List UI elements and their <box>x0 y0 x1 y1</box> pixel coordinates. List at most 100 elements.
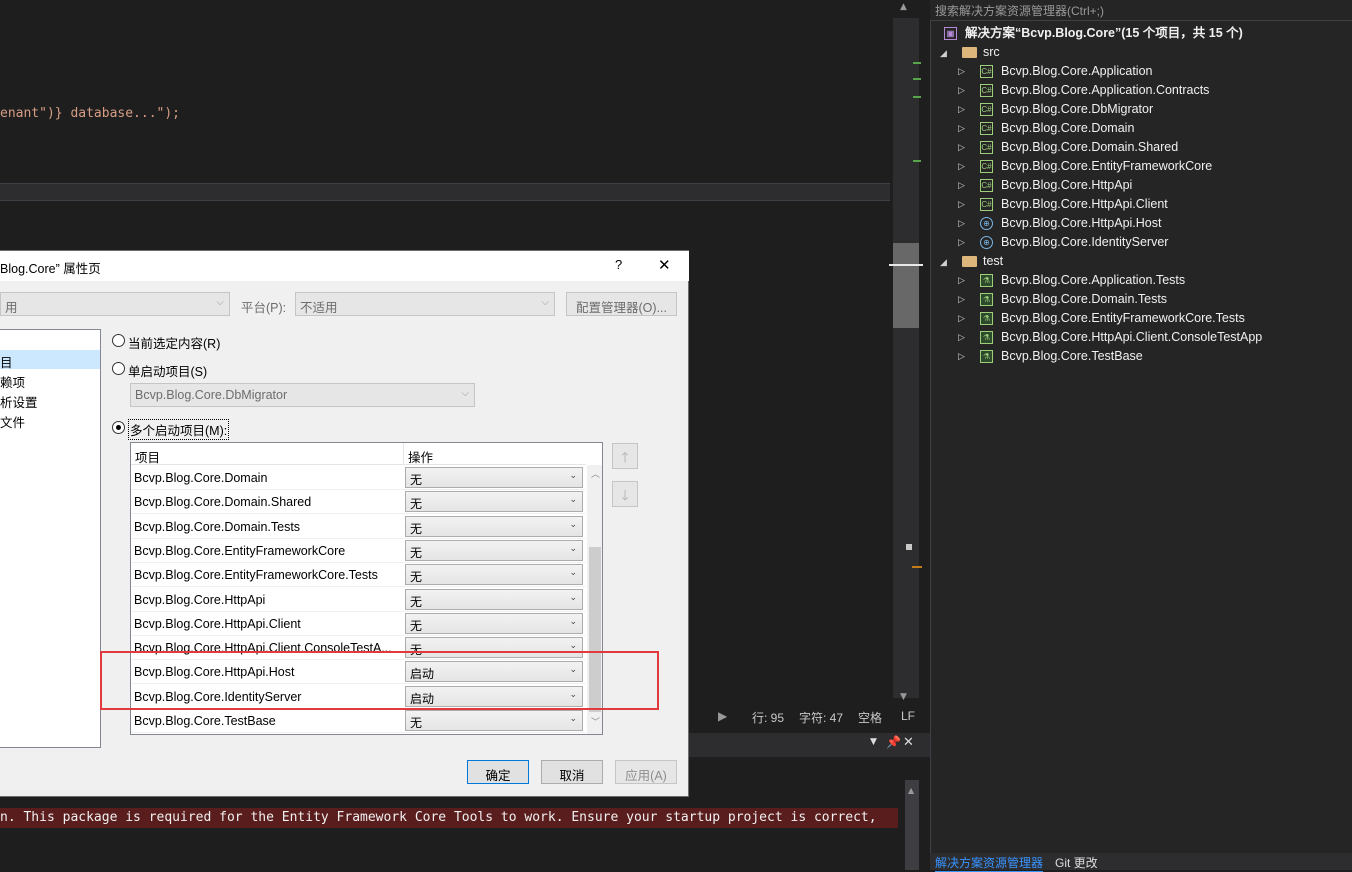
solution-icon: ▣ <box>944 27 957 40</box>
chevron-down-icon: ⌄ <box>569 470 577 480</box>
column-header-action[interactable]: 操作 <box>408 447 433 466</box>
chevron-down-icon[interactable]: ▼ <box>870 737 877 747</box>
csharp-project-icon: C# <box>980 122 993 135</box>
action-select[interactable]: 无 ⌄ <box>405 467 583 488</box>
project-name: Bcvp.Blog.Core.EntityFrameworkCore.Tests <box>134 568 378 583</box>
collapsed-arrow-icon[interactable]: ▷ <box>958 347 965 366</box>
collapsed-arrow-icon[interactable]: ▷ <box>958 119 965 138</box>
single-startup-select[interactable]: Bcvp.Blog.Core.DbMigrator ⌵ <box>130 383 475 407</box>
grid-row: Bcvp.Blog.Core.HttpApi 无 ⌄ <box>131 588 586 612</box>
tab-git-changes[interactable]: Git 更改 <box>1055 854 1098 871</box>
whitespace-mode[interactable]: 空格 <box>858 709 882 726</box>
grid-row: Bcvp.Blog.Core.HttpApi.Client 无 ⌄ <box>131 612 586 636</box>
platform-select[interactable]: 不适用 ⌵ <box>295 292 555 316</box>
csharp-project-icon: C# <box>980 160 993 173</box>
action-select[interactable]: 无 ⌄ <box>405 539 583 561</box>
scroll-up-icon[interactable]: ▲ <box>908 786 914 795</box>
folder-icon <box>962 47 977 58</box>
code-line: enant")} database..."); <box>0 106 181 121</box>
action-select[interactable]: 无 ⌄ <box>405 564 583 586</box>
collapsed-arrow-icon[interactable]: ▷ <box>958 100 965 119</box>
tab-solution-explorer[interactable]: 解决方案资源管理器 <box>935 854 1044 872</box>
csharp-project-icon: C# <box>980 179 993 192</box>
chevron-down-icon[interactable]: ﹀ <box>591 715 600 728</box>
output-scrollbar[interactable]: ▲ <box>905 780 919 870</box>
grid-header: 项目 操作 <box>131 443 586 465</box>
collapsed-arrow-icon[interactable]: ▷ <box>958 290 965 309</box>
output-error-line: n. This package is required for the Enti… <box>0 808 898 828</box>
line-ending[interactable]: LF <box>901 709 915 723</box>
close-icon[interactable]: ✕ <box>903 735 914 750</box>
change-marker <box>913 78 921 80</box>
editor-scroll-thumb[interactable] <box>893 243 919 328</box>
collapsed-arrow-icon[interactable]: ▷ <box>958 81 965 100</box>
chevron-down-icon: ⌄ <box>569 640 577 651</box>
apply-button[interactable]: 应用(A) <box>615 760 677 784</box>
collapsed-arrow-icon[interactable]: ▷ <box>958 176 965 195</box>
action-select[interactable]: 无 ⌄ <box>405 710 583 731</box>
chevron-up-icon[interactable]: ︿ <box>591 467 600 480</box>
change-marker <box>913 62 921 64</box>
column-header-project[interactable]: 项目 <box>135 447 160 466</box>
grid-row: Bcvp.Blog.Core.EntityFrameworkCore.Tests… <box>131 563 586 588</box>
property-pages-dialog: Blog.Core” 属性页 ? ✕ 用 ⌵ 平台(P): 不适用 ⌵ 配置管理器(… <box>0 250 689 797</box>
configuration-select[interactable]: 用 ⌵ <box>0 292 230 316</box>
collapsed-arrow-icon[interactable]: ▷ <box>958 62 965 81</box>
csharp-project-icon: C# <box>980 84 993 97</box>
grid-row: Bcvp.Blog.Core.TestBase 无 ⌄ <box>131 709 586 733</box>
collapsed-arrow-icon[interactable]: ▷ <box>958 328 965 347</box>
action-select[interactable]: 无 ⌄ <box>405 612 583 634</box>
highlight-annotation <box>100 651 659 710</box>
move-down-button[interactable]: 🡓 <box>612 481 638 507</box>
grid-row: Bcvp.Blog.Core.Domain.Tests 无 ⌄ <box>131 515 586 539</box>
collapsed-arrow-icon[interactable]: ▷ <box>958 157 965 176</box>
expanded-arrow-icon[interactable]: ◢ <box>940 253 947 272</box>
nav-item-dependencies[interactable]: 赖项 <box>0 370 25 390</box>
solution-search-input[interactable]: 搜索解决方案资源管理器(Ctrl+;) <box>930 0 1352 20</box>
expanded-arrow-icon[interactable]: ◢ <box>940 44 947 63</box>
change-marker <box>913 96 921 98</box>
project-name: Bcvp.Blog.Core.HttpApi.Client <box>134 616 301 631</box>
property-nav-tree: 目 赖项 析设置 文件 <box>0 329 101 748</box>
project-name: Bcvp.Blog.Core.TestBase <box>134 714 276 728</box>
editor-vertical-scrollbar[interactable] <box>893 18 919 698</box>
action-select[interactable]: 无 ⌄ <box>405 588 583 610</box>
collapsed-arrow-icon[interactable]: ▷ <box>958 233 965 252</box>
collapsed-arrow-icon[interactable]: ▷ <box>958 271 965 290</box>
output-panel-header: ▼ 📌 ✕ <box>688 733 930 757</box>
nav-item-files[interactable]: 文件 <box>0 410 25 430</box>
cancel-button[interactable]: 取消 <box>541 760 603 784</box>
collapsed-arrow-icon[interactable]: ▷ <box>958 195 965 214</box>
chevron-down-icon: ⌵ <box>216 297 224 308</box>
collapsed-arrow-icon[interactable]: ▷ <box>958 309 965 328</box>
nav-item-startup-project[interactable]: 目 <box>0 350 100 370</box>
move-up-button[interactable]: 🡑 <box>612 443 638 469</box>
action-select[interactable]: 无 ⌄ <box>405 491 583 513</box>
help-button[interactable]: ? <box>615 257 622 272</box>
chevron-down-icon: ⌄ <box>569 567 577 578</box>
ok-button[interactable]: 确定 <box>467 760 529 784</box>
configuration-manager-button[interactable]: 配置管理器(O)... <box>566 292 677 316</box>
editor-splitter[interactable] <box>0 183 890 201</box>
scroll-up-icon[interactable]: ▲ <box>900 2 907 12</box>
project-name: Bcvp.Blog.Core.EntityFrameworkCore <box>134 543 346 558</box>
test-project-icon: ⚗ <box>980 293 993 306</box>
action-select[interactable]: 无 ⌄ <box>405 515 583 537</box>
scroll-marker <box>912 566 922 568</box>
project-name: Bcvp.Blog.Core.Domain <box>134 471 268 485</box>
scroll-down-icon[interactable]: ▼ <box>900 692 907 702</box>
close-button[interactable]: ✕ <box>658 256 671 274</box>
csharp-project-icon: C# <box>980 198 993 211</box>
web-project-icon: ⊕ <box>980 236 993 249</box>
collapsed-arrow-icon[interactable]: ▷ <box>958 138 965 157</box>
grid-row: Bcvp.Blog.Core.EntityFrameworkCore 无 ⌄ <box>131 539 586 563</box>
pin-icon[interactable]: 📌 <box>886 735 901 749</box>
collapsed-arrow-icon[interactable]: ▷ <box>958 214 965 233</box>
divider <box>930 20 1352 21</box>
nav-item-analysis-settings[interactable]: 析设置 <box>0 390 38 410</box>
change-marker <box>913 160 921 162</box>
chevron-down-icon: ⌵ <box>541 297 549 308</box>
chevron-down-icon: ⌄ <box>569 615 577 626</box>
chevron-down-icon: ⌄ <box>569 591 577 602</box>
project-name: Bcvp.Blog.Core.Domain.Shared <box>134 495 312 510</box>
